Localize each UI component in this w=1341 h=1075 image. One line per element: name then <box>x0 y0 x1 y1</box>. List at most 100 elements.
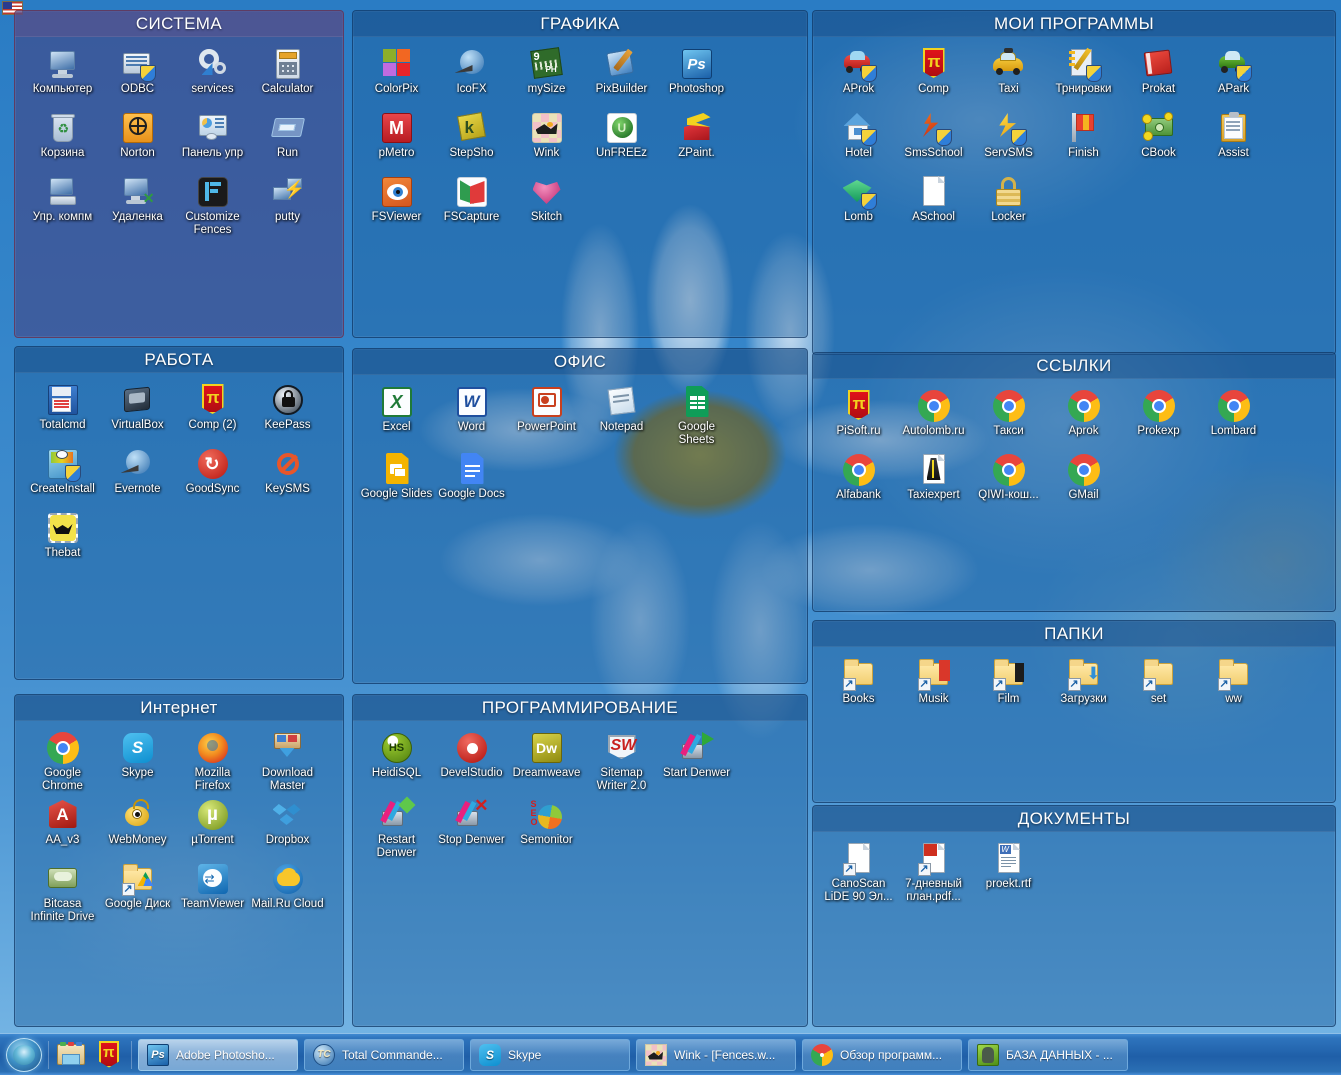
desktop-icon-calculator[interactable]: Calculator <box>250 43 325 107</box>
taskbar-button-wink[interactable]: Wink - [Fences.w... <box>636 1038 796 1071</box>
start-button[interactable] <box>6 1037 42 1072</box>
desktop-icon-gmail[interactable]: GMail <box>1046 449 1121 513</box>
desktop-icon-remote-desktop[interactable]: ✕ Удаленка <box>100 171 175 238</box>
desktop-icon-utorrent[interactable]: µ µTorrent <box>175 794 250 858</box>
desktop-icon-develstudio[interactable]: DevelStudio <box>434 727 509 794</box>
desktop-icon-hotel[interactable]: Hotel <box>821 107 896 171</box>
desktop-icon-download-master[interactable]: Download Master <box>250 727 325 794</box>
desktop-icon-autolomb-ru[interactable]: Autolomb.ru <box>896 385 971 449</box>
desktop-icon-computer[interactable]: Компьютер <box>25 43 100 107</box>
desktop-icon-google-slides[interactable]: Google Slides <box>359 448 434 512</box>
desktop-icon-qiwi[interactable]: QIWI-кош... <box>971 449 1046 513</box>
desktop-icon-google-sheets[interactable]: Google Sheets <box>659 381 734 448</box>
desktop-icon-notepad[interactable]: Notepad <box>584 381 659 448</box>
desktop-icon-teamviewer[interactable]: ⇄ TeamViewer <box>175 858 250 925</box>
desktop-icon-keysms[interactable]: KeySMS <box>250 443 325 507</box>
desktop-icon-goodsync[interactable]: ↻ GoodSync <box>175 443 250 507</box>
desktop-icon-proekt-rtf[interactable]: W proekt.rtf <box>971 838 1046 905</box>
desktop-icon-pmetro[interactable]: M pMetro <box>359 107 434 171</box>
desktop-icon-icofx[interactable]: IcoFX <box>434 43 509 107</box>
desktop-icon-aschool[interactable]: ASchool <box>896 171 971 235</box>
taskbar-button-baza-dannyh[interactable]: БАЗА ДАННЫХ - ... <box>968 1038 1128 1071</box>
desktop-icon-comp-2[interactable]: π Comp (2) <box>175 379 250 443</box>
desktop-icon-semonitor[interactable]: SEO Semonitor <box>509 794 584 861</box>
fence-dokumenty[interactable]: ДОКУМЕНТЫ CanoScan LiDE 90 Эл... 7-дневн… <box>812 805 1336 1027</box>
desktop-icon-wink[interactable]: Wink <box>509 107 584 171</box>
desktop-icon-evernote[interactable]: Evernote <box>100 443 175 507</box>
desktop-icon-webmoney[interactable]: WebMoney <box>100 794 175 858</box>
desktop-icon-odbc[interactable]: ODBC <box>100 43 175 107</box>
desktop-icon-control-panel[interactable]: Панель упр <box>175 107 250 171</box>
desktop-icon-canoscan[interactable]: CanoScan LiDE 90 Эл... <box>821 838 896 905</box>
fence-grafika[interactable]: ГРАФИКА ColorPix IcoFX 9 PH mySize PixBu… <box>352 10 808 338</box>
desktop-icon-google-disk[interactable]: Google Диск <box>100 858 175 925</box>
desktop-icon-google-docs[interactable]: Google Docs <box>434 448 509 512</box>
desktop-icon-prokexp[interactable]: Prokexp <box>1121 385 1196 449</box>
desktop-icon-dropbox[interactable]: Dropbox <box>250 794 325 858</box>
desktop-icon-cbook[interactable]: CBook <box>1121 107 1196 171</box>
desktop-icon-mysize[interactable]: 9 PH mySize <box>509 43 584 107</box>
desktop-icon-assist[interactable]: Assist <box>1196 107 1271 171</box>
desktop-icon-stop-denwer[interactable]: ✕ Stop Denwer <box>434 794 509 861</box>
desktop-icon-servsms[interactable]: ServSMS <box>971 107 1046 171</box>
desktop-icon-restart-denwer[interactable]: Restart Denwer <box>359 794 434 861</box>
desktop-icon-skype[interactable]: S Skype <box>100 727 175 794</box>
desktop-icon-locker[interactable]: Locker <box>971 171 1046 235</box>
quicklaunch-pisoft[interactable]: π <box>93 1039 125 1071</box>
taskbar-button-chrome[interactable]: Обзор программ... <box>802 1038 962 1071</box>
fence-sistema[interactable]: СИСТЕМА Компьютер ODBC services Calculat… <box>14 10 344 338</box>
desktop-icon-computer-management[interactable]: Упр. компм <box>25 171 100 238</box>
fence-moi-programmy[interactable]: МОИ ПРОГРАММЫ AProk π Comp Taxi Трнировк… <box>812 10 1336 355</box>
desktop-icon-smsschool[interactable]: SmsSchool <box>896 107 971 171</box>
desktop-icon-colorpix[interactable]: ColorPix <box>359 43 434 107</box>
desktop-icon-aprok-link[interactable]: Aprok <box>1046 385 1121 449</box>
fence-internet[interactable]: Интернет Google Chrome S Skype Mozilla F… <box>14 694 344 1027</box>
desktop-icon-customize-fences[interactable]: Customize Fences <box>175 171 250 238</box>
desktop-icon-google-chrome[interactable]: Google Chrome <box>25 727 100 794</box>
taskbar-button-skype[interactable]: S Skype <box>470 1038 630 1071</box>
desktop-icon-powerpoint[interactable]: PowerPoint <box>509 381 584 448</box>
taskbar-button-photoshop[interactable]: Ps Adobe Photosho... <box>138 1038 298 1071</box>
desktop-icon-ww[interactable]: ww <box>1196 653 1271 717</box>
desktop-icon-comp[interactable]: π Comp <box>896 43 971 107</box>
desktop-icon-aa-v3[interactable]: A AA_v3 <box>25 794 100 858</box>
desktop-icon-stepsho[interactable]: k StepSho <box>434 107 509 171</box>
desktop-icon-heidisql[interactable]: HS HeidiSQL <box>359 727 434 794</box>
desktop-icon-musik[interactable]: Musik <box>896 653 971 717</box>
desktop-icon-fsviewer[interactable]: FSViewer <box>359 171 434 235</box>
taskbar[interactable]: π Ps Adobe Photosho... TC Total Commande… <box>0 1033 1341 1075</box>
desktop-icon-lomb[interactable]: Lomb <box>821 171 896 235</box>
desktop-icon-aprok[interactable]: AProk <box>821 43 896 107</box>
desktop-icon-virtualbox[interactable]: VirtualBox <box>100 379 175 443</box>
desktop-icon-recycle-bin[interactable]: ♻ Корзина <box>25 107 100 171</box>
desktop-icon-film[interactable]: Film <box>971 653 1046 717</box>
fence-ssylki[interactable]: ССЫЛКИ π PiSoft.ru Autolomb.ru Такси Apr… <box>812 352 1336 612</box>
quicklaunch-explorer[interactable] <box>55 1039 87 1071</box>
desktop-icon-run[interactable]: Run <box>250 107 325 171</box>
desktop-icon-taksi[interactable]: Такси <box>971 385 1046 449</box>
desktop-icon-start-denwer[interactable]: Start Denwer <box>659 727 734 794</box>
desktop-icon-alfabank[interactable]: Alfabank <box>821 449 896 513</box>
desktop-icon-taxi[interactable]: Taxi <box>971 43 1046 107</box>
desktop-icon-mailru-cloud[interactable]: Mail.Ru Cloud <box>250 858 325 925</box>
desktop-icon-prokat[interactable]: Prokat <box>1121 43 1196 107</box>
desktop-icon-pixbuilder[interactable]: PixBuilder <box>584 43 659 107</box>
desktop-icon-taxiexpert[interactable]: Taxiexpert <box>896 449 971 513</box>
desktop-icon-photoshop[interactable]: Ps Photoshop <box>659 43 734 107</box>
desktop-icon-excel[interactable]: X Excel <box>359 381 434 448</box>
desktop-icon-trnirovki[interactable]: Трнировки <box>1046 43 1121 107</box>
fence-ofis[interactable]: ОФИС X Excel W Word PowerPoint Notepad G… <box>352 348 808 684</box>
desktop-icon-finish[interactable]: Finish <box>1046 107 1121 171</box>
desktop-icon-createinstall[interactable]: CreateInstall <box>25 443 100 507</box>
desktop-icon-apark[interactable]: APark <box>1196 43 1271 107</box>
desktop-icon-dreamweaver[interactable]: Dw Dreamweave <box>509 727 584 794</box>
desktop-icon-lombard[interactable]: Lombard <box>1196 385 1271 449</box>
desktop-icon-books[interactable]: Books <box>821 653 896 717</box>
desktop-icon-keepass[interactable]: KeePass <box>250 379 325 443</box>
desktop-icon-thebat[interactable]: Thebat <box>25 507 100 571</box>
desktop-icon-zagruzki[interactable]: ⬇ Загрузки <box>1046 653 1121 717</box>
desktop-icon-bitcasa[interactable]: Bitcasa Infinite Drive <box>25 858 100 925</box>
desktop-icon-unfreez[interactable]: U UnFREEz <box>584 107 659 171</box>
desktop-icon-putty[interactable]: ⚡ putty <box>250 171 325 238</box>
desktop-icon-pisoft-ru[interactable]: π PiSoft.ru <box>821 385 896 449</box>
